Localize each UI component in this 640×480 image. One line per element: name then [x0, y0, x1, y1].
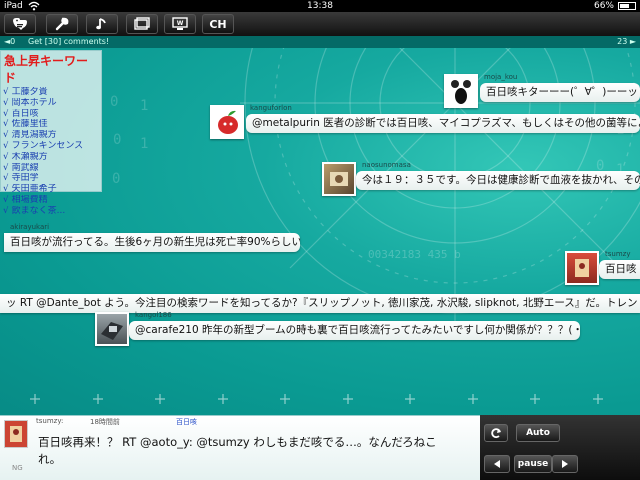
next-icon [562, 460, 568, 468]
battery-percent: 66% [593, 1, 614, 11]
refresh-icon [491, 428, 501, 439]
keyword-item[interactable]: √ 百日咳 [3, 109, 101, 120]
avatar [95, 312, 129, 346]
tweet-text: 今は１９：３５です。今日は健康診断で血液を抜かれ、その後 [356, 171, 640, 190]
keyword-item[interactable]: √ 佐藤里佳 [3, 119, 101, 130]
tweet-username: akirayukari [10, 223, 50, 231]
keyword-item[interactable]: √ 岡本ホテル [3, 98, 101, 109]
tweet-text: @carafe210 昨年の新型ブームの時も裏で百日咳流行ってたみたいですし何か… [129, 321, 580, 340]
photo-icon [101, 322, 123, 340]
avatar [444, 74, 478, 108]
bg-digit: 0 [110, 94, 118, 110]
selected-tweet-time: 18時間前 [90, 418, 120, 426]
svg-text:W: W [177, 20, 184, 27]
tweet-username: naosunomasa [362, 161, 411, 169]
tweet-text: ッ RT @Dante_bot よう。今注目の検索ワードを知ってるか?『スリップ… [0, 294, 640, 313]
keyword-item[interactable]: √ 飲まなく茶... [3, 206, 101, 217]
selected-tweet-text: 百日咳再来！？ RT @aoto_y: @tsumzy わしもまだ咳でる…。なん… [38, 435, 437, 466]
trending-keywords-panel: 急上昇キーワード √ 工藤夕貴 √ 岡本ホテル √ 百日咳 √ 佐藤里佳 √ 清… [0, 50, 102, 216]
selected-tweet-username: tsumzy: [36, 417, 64, 425]
previous-icon [494, 460, 500, 468]
trending-keywords-list: √ 工藤夕貴 √ 岡本ホテル √ 百日咳 √ 佐藤里佳 √ 清見潟親方 √ フラ… [1, 87, 101, 217]
music-note-icon [96, 18, 106, 30]
next-button[interactable] [552, 455, 578, 473]
selected-tweet-keyword[interactable]: 百日咳 [176, 417, 197, 427]
monitor-button[interactable]: W [164, 14, 196, 34]
keyword-item[interactable]: √ 寺田学 [3, 173, 101, 184]
tweet-username: kangol186 [135, 311, 172, 319]
pause-button[interactable]: pause [514, 455, 552, 473]
tweet-username: tsumzy [605, 250, 631, 258]
twitter-bird-button[interactable] [4, 14, 36, 34]
trending-keywords-title: 急上昇キーワード [4, 54, 89, 85]
bg-digit: 0 [112, 171, 120, 187]
clock: 13:38 [307, 1, 333, 11]
bg-digit: 0 [113, 132, 121, 148]
previous-button[interactable] [484, 455, 510, 473]
settings-button[interactable] [46, 14, 78, 34]
keyword-item[interactable]: √ 清見潟親方 [3, 130, 101, 141]
window-button[interactable] [126, 14, 158, 34]
status-bar: iPad 13:38 66% [0, 0, 640, 12]
bg-code: 00342183 435 b [368, 248, 461, 261]
comment-stage: 0 1 0 1 0 0 1 0 1 00342183 435 b 急上昇キーワー… [0, 48, 640, 415]
photo-icon [10, 426, 22, 442]
refresh-button[interactable] [484, 424, 508, 442]
prev-page-indicator[interactable]: ◄0 [4, 36, 15, 48]
photo-icon [330, 172, 348, 186]
music-button[interactable] [86, 14, 118, 34]
tweet[interactable]: naosunomasa 今は１９：３５です。今日は健康診断で血液を抜かれ、その後 [322, 161, 640, 198]
next-page-indicator[interactable]: 23 ► [617, 36, 636, 48]
keyword-item[interactable]: √ フランキンセンス [3, 141, 101, 152]
playback-controls: Auto pause [480, 415, 640, 480]
apple-icon [218, 110, 238, 134]
photo-icon [575, 259, 589, 277]
face-icon [451, 80, 471, 104]
tweet-text: 百日咳キターーー(゜∀゜)ーーッ [480, 83, 640, 102]
monitor-icon: W [172, 17, 188, 30]
selected-tweet-panel: NG tsumzy: 18時間前 百日咳 百日咳再来！？ RT @aoto_y:… [0, 415, 480, 480]
channel-button[interactable]: CH [202, 14, 234, 34]
tweet-text: @metalpurin 医者の診断では百日咳、マイコプラズマ、もしくはその他の菌… [246, 114, 640, 133]
tweet-username: kanguforlon [250, 104, 292, 112]
twitter-bird-icon [13, 18, 27, 30]
tweet[interactable]: akirayukari 百日咳が流行ってる。生後6ヶ月の新生児は死亡率90%らし… [0, 223, 300, 260]
comment-count-message: Get [30] comments! [28, 37, 110, 46]
avatar [4, 420, 28, 448]
tweet[interactable]: kanguforlon @metalpurin 医者の診断では百日咳、マイコプラ… [210, 104, 640, 141]
avatar [210, 105, 244, 139]
toolbar: W CH [0, 12, 640, 36]
avatar [322, 162, 356, 196]
keyword-item[interactable]: √ 工藤夕貴 [3, 87, 101, 98]
keyword-item[interactable]: √ 相場費精 [3, 195, 101, 206]
keyword-item[interactable]: √ 矢田亜希子 [3, 184, 101, 195]
battery-icon [618, 2, 636, 10]
tweet-text: 百日咳が流行ってる。生後6ヶ月の新生児は死亡率90%らしい。 [4, 233, 300, 252]
info-strip: ◄0 Get [30] comments! 23 ► [0, 36, 640, 48]
tweet-text: 百日咳 [599, 260, 640, 279]
wrench-icon [55, 17, 69, 31]
tweet-username: moja_kou [484, 73, 518, 81]
ng-button[interactable]: NG [12, 464, 23, 472]
keyword-item[interactable]: √ 木瀬親方 [3, 152, 101, 163]
bg-digit: 1 [140, 136, 148, 152]
keyword-item[interactable]: √ 南武線 [3, 163, 101, 174]
auto-button[interactable]: Auto [516, 424, 560, 442]
bg-digit: 1 [140, 98, 148, 114]
avatar [565, 251, 599, 285]
window-icon [134, 17, 150, 30]
tweet[interactable]: tsumzy 百日咳 [565, 250, 640, 287]
tweet[interactable]: kangol186 @carafe210 昨年の新型ブームの時も裏で百日咳流行っ… [95, 311, 580, 348]
